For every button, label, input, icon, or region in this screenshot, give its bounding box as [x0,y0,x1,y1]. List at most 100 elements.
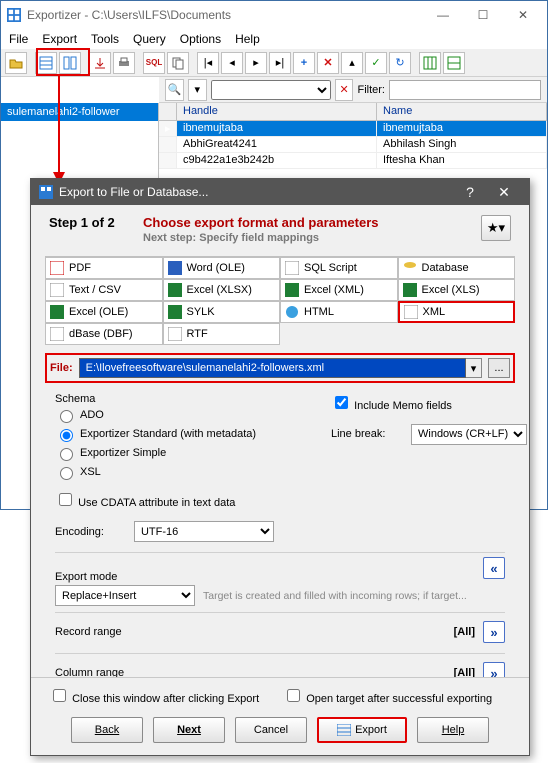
export-mode-area: Export mode Replace+Insert Target is cre… [55,552,505,606]
window-title: Exportizer - C:\Users\ILFS\Documents [27,8,425,22]
table-row[interactable]: ▸ibnemujtabaibnemujtaba [159,121,547,137]
edit-icon[interactable]: ▴ [341,52,363,74]
cancel-button[interactable]: Cancel [235,717,307,743]
fmt-dbf[interactable]: dBase (DBF) [45,323,163,345]
file-dropdown[interactable]: ▾ [466,358,482,378]
open-after-checkbox[interactable]: Open target after successful exporting [283,686,492,705]
filter-input[interactable] [389,80,541,100]
sidebar-item[interactable]: sulemanelahi2-follower [1,103,158,121]
menu-export[interactable]: Export [42,32,77,46]
cdata-checkbox[interactable]: Use CDATA attribute in text data [55,490,235,509]
favorites-button[interactable]: ★▾ [481,215,511,241]
next-icon[interactable]: ▸ [245,52,267,74]
fmt-sylk[interactable]: SYLK [163,301,281,323]
first-icon[interactable]: |◂ [197,52,219,74]
maximize-button[interactable]: ☐ [465,5,501,25]
browse-button[interactable]: ... [488,358,510,378]
menu-query[interactable]: Query [133,32,166,46]
prev-icon[interactable]: ◂ [221,52,243,74]
filter-bar: 🔍 ▾ ✕ Filter: [159,77,547,103]
fmt-excel-xml[interactable]: Excel (XML) [280,279,398,301]
schema-exportizer-simple[interactable]: Exportizer Simple [55,445,166,461]
format-subheading: Next step: Specify field mappings [143,232,481,244]
last-icon[interactable]: ▸| [269,52,291,74]
file-path-input[interactable]: E:\Ilovefreesoftware\sulemanelahi2-follo… [79,358,466,378]
record-range-value: [All] [195,626,483,638]
table-row[interactable]: AbhiGreat4241Abhilash Singh [159,137,547,153]
dialog-help-button[interactable]: ? [453,184,487,200]
fmt-excel-ole[interactable]: Excel (OLE) [45,301,163,323]
fmt-xlsx[interactable]: Excel (XLSX) [163,279,281,301]
delete-icon[interactable]: ✕ [317,52,339,74]
fmt-pdf[interactable]: PDF [45,257,163,279]
find-down-icon[interactable]: ▾ [188,79,207,101]
row-marker-col [159,103,177,120]
grid2-icon[interactable] [59,52,81,74]
export-button[interactable]: Export [317,717,407,743]
fmt-database[interactable]: Database [398,257,516,279]
copy-icon[interactable] [167,52,189,74]
schema-xsl[interactable]: XSL [55,464,101,480]
close-button[interactable]: ✕ [505,5,541,25]
col-handle[interactable]: Handle [177,103,377,120]
grid1-icon[interactable] [35,52,57,74]
print-icon[interactable] [113,52,135,74]
filter-field-select[interactable] [211,80,331,100]
menu-help[interactable]: Help [235,32,260,46]
apply-icon[interactable]: ✓ [365,52,387,74]
arrow-annotation [44,76,74,184]
find-icon[interactable]: 🔍 [165,79,184,101]
menubar: File Export Tools Query Options Help [1,29,547,49]
dialog-icon [39,185,53,199]
format-grid: PDF Word (OLE) SQL Script Database Text … [45,256,515,345]
mode-note: Target is created and filled with incomi… [203,590,467,602]
record-range-button[interactable]: » [483,621,505,643]
file-row: File: E:\Ilovefreesoftware\sulemanelahi2… [45,353,515,383]
encoding-select[interactable]: UTF-16 [134,521,274,542]
open-icon[interactable] [5,52,27,74]
export-dialog: Export to File or Database... ? ✕ Step 1… [30,178,530,756]
line-break-select[interactable]: Windows (CR+LF) [411,424,527,445]
minimize-button[interactable]: — [425,5,461,25]
file-label: File: [50,362,73,374]
export-icon[interactable] [89,52,111,74]
dialog-title: Export to File or Database... [59,185,453,199]
dialog-close-button[interactable]: ✕ [487,184,521,201]
fmt-sql[interactable]: SQL Script [280,257,398,279]
export-mode-label: Export mode [55,571,505,583]
menu-options[interactable]: Options [180,32,221,46]
fmt-xls[interactable]: Excel (XLS) [398,279,516,301]
fmt-html[interactable]: HTML [280,301,398,323]
menu-tools[interactable]: Tools [91,32,119,46]
view1-icon[interactable] [419,52,441,74]
dialog-footer: Close this window after clicking Export … [31,677,529,755]
help-button[interactable]: Help [417,717,489,743]
table-row[interactable]: c9b422a1e3b242bIftesha Khan [159,153,547,169]
encoding-label: Encoding: [55,526,104,538]
close-after-checkbox[interactable]: Close this window after clicking Export [49,686,259,705]
refresh-icon[interactable]: ↻ [389,52,411,74]
schema-ado[interactable]: ADO [55,407,104,423]
col-name[interactable]: Name [377,103,547,120]
toolbar: SQL |◂ ◂ ▸ ▸| + ✕ ▴ ✓ ↻ [1,49,547,77]
export-mode-select[interactable]: Replace+Insert [55,585,195,606]
view2-icon[interactable] [443,52,465,74]
format-heading: Choose export format and parameters [143,215,481,230]
schema-options: Schema Include Memo fields ADO Exportize… [55,393,505,542]
fmt-csv[interactable]: Text / CSV [45,279,163,301]
filter-clear-icon[interactable]: ✕ [335,79,354,101]
next-button[interactable]: Next [153,717,225,743]
fmt-rtf[interactable]: RTF [163,323,281,345]
include-memo-checkbox[interactable]: Include Memo fields [331,400,452,412]
fmt-word-ole[interactable]: Word (OLE) [163,257,281,279]
add-icon[interactable]: + [293,52,315,74]
back-button[interactable]: Back [71,717,143,743]
schema-exportizer-std[interactable]: Exportizer Standard (with metadata) [55,426,256,442]
filter-label: Filter: [357,84,385,96]
fmt-xml[interactable]: XML [398,301,516,323]
mode-first-button[interactable]: « [483,557,505,579]
sql-icon[interactable]: SQL [143,52,165,74]
line-break-label: Line break: [331,428,385,440]
step-label: Step 1 of 2 [49,215,143,230]
menu-file[interactable]: File [9,32,28,46]
